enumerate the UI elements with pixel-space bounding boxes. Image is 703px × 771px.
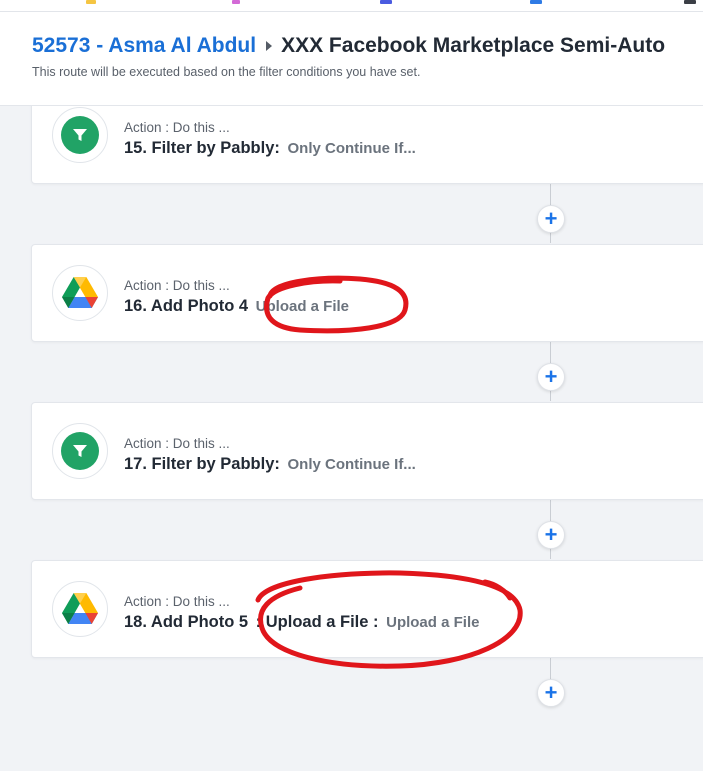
toolbar-icon — [86, 0, 96, 4]
breadcrumb-workflow-link[interactable]: 52573 - Asma Al Abdul — [32, 34, 256, 58]
step-card-18[interactable]: Action : Do this ... 18. Add Photo 5 : U… — [31, 560, 703, 658]
route-description: This route will be executed based on the… — [32, 65, 421, 79]
toolbar-icon — [684, 0, 696, 4]
step-action: : Upload a File : — [255, 613, 379, 631]
toolbar-icon — [232, 0, 240, 4]
step-icon-wrapper — [52, 581, 108, 637]
step-label: Action : Do this ... — [124, 594, 230, 609]
toolbar-icon — [530, 0, 542, 4]
step-title: 16. Add Photo 4 Upload a File — [124, 297, 349, 316]
add-step-button[interactable]: + — [537, 205, 565, 233]
browser-toolbar-strip — [0, 0, 703, 12]
step-name: 17. Filter by Pabbly: — [124, 455, 280, 473]
breadcrumb-current: XXX Facebook Marketplace Semi-Auto — [281, 34, 666, 57]
step-card-16[interactable]: Action : Do this ... 16. Add Photo 4 Upl… — [31, 244, 703, 342]
step-icon-wrapper — [52, 265, 108, 321]
step-name: 18. Add Photo 5 — [124, 613, 249, 631]
step-name: 16. Add Photo 4 — [124, 297, 249, 315]
add-step-button[interactable]: + — [537, 363, 565, 391]
filter-icon — [61, 116, 99, 154]
step-title: 17. Filter by Pabbly: Only Continue If..… — [124, 455, 416, 474]
step-detail: Upload a File — [386, 614, 480, 631]
step-detail: Only Continue If... — [287, 140, 416, 157]
step-label: Action : Do this ... — [124, 278, 230, 293]
add-step-button[interactable]: + — [537, 679, 565, 707]
connector-line — [550, 658, 551, 680]
header-overlay: 52573 - Asma Al Abdul XXX Facebook Marke… — [0, 12, 703, 106]
add-step-button[interactable]: + — [537, 521, 565, 549]
google-drive-icon — [62, 277, 98, 308]
step-title: 15. Filter by Pabbly: Only Continue If..… — [124, 139, 416, 158]
step-detail: Upload a File — [255, 298, 350, 315]
google-drive-icon — [62, 593, 98, 624]
step-detail: Only Continue If... — [287, 456, 416, 473]
caret-right-icon — [266, 41, 273, 51]
step-label: Action : Do this ... — [124, 120, 230, 135]
step-label: Action : Do this ... — [124, 436, 230, 451]
breadcrumb: 52573 - Asma Al Abdul XXX Facebook Marke… — [32, 34, 665, 58]
step-icon-wrapper — [52, 107, 108, 163]
step-title: 18. Add Photo 5 : Upload a File : Upload… — [124, 613, 479, 632]
step-card-17[interactable]: Action : Do this ... 17. Filter by Pabbl… — [31, 402, 703, 500]
step-icon-wrapper — [52, 423, 108, 479]
filter-icon — [61, 432, 99, 470]
step-name: 15. Filter by Pabbly: — [124, 139, 280, 157]
toolbar-icon — [380, 0, 392, 4]
